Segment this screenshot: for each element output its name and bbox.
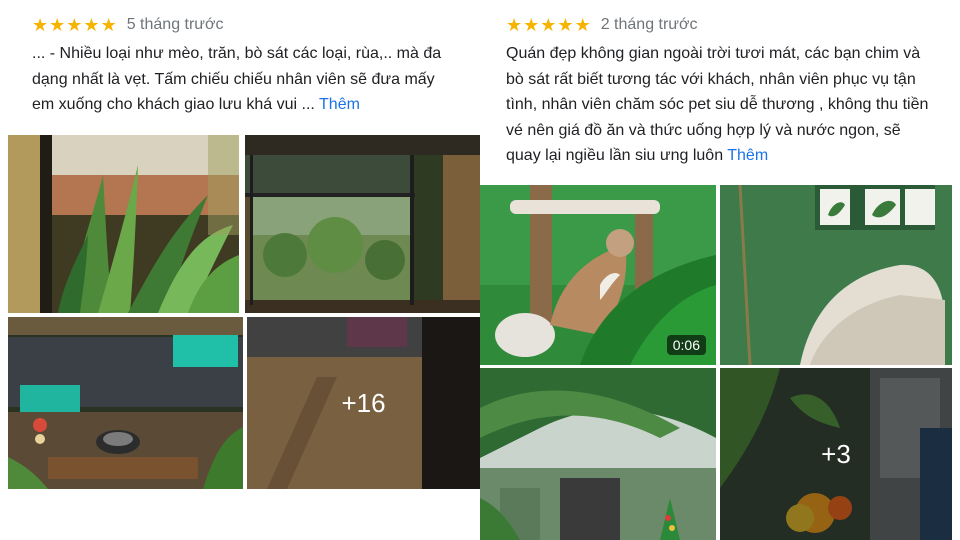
- review-photo-plants[interactable]: [8, 135, 239, 313]
- review-time: 5 tháng trước: [126, 16, 224, 33]
- video-duration: 0:06: [666, 335, 706, 355]
- review-time: 2 tháng trước: [600, 16, 698, 33]
- star-rating: ★ ★ ★ ★ ★: [32, 16, 117, 34]
- star-icon: ★: [66, 15, 83, 35]
- review-photo-garden[interactable]: [480, 368, 716, 540]
- review-text: ... - Nhiều loại như mèo, trăn, bò sát c…: [32, 41, 457, 118]
- star-rating: ★ ★ ★ ★ ★: [506, 16, 591, 34]
- more-photos-count: +16: [341, 387, 386, 418]
- star-icon: ★: [557, 15, 574, 35]
- star-icon: ★: [100, 15, 117, 35]
- more-photos-count: +3: [821, 438, 851, 469]
- more-photos-overlay: +3: [720, 368, 952, 540]
- star-icon: ★: [49, 15, 66, 35]
- review-photo-greenhouse[interactable]: [245, 135, 480, 313]
- review-photo-chair[interactable]: [720, 185, 952, 365]
- review-body: ... - Nhiều loại như mèo, trăn, bò sát c…: [32, 45, 442, 113]
- star-icon: ★: [83, 15, 100, 35]
- review-photo-more[interactable]: +16: [247, 317, 480, 489]
- more-link[interactable]: Thêm: [727, 147, 768, 164]
- star-icon: ★: [32, 15, 49, 35]
- star-icon: ★: [506, 15, 523, 35]
- review-photo-more[interactable]: +3: [720, 368, 952, 540]
- star-icon: ★: [574, 15, 591, 35]
- more-link[interactable]: Thêm: [319, 96, 360, 113]
- review-body: Quán đẹp không gian ngoài trời tươi mát,…: [506, 45, 929, 164]
- rating-row: ★ ★ ★ ★ ★ 5 tháng trước: [32, 14, 224, 36]
- review-video-cat[interactable]: 0:06: [480, 185, 716, 365]
- star-icon: ★: [540, 15, 557, 35]
- review-text: Quán đẹp không gian ngoài trời tươi mát,…: [506, 41, 936, 169]
- star-icon: ★: [523, 15, 540, 35]
- review-photo-reptile-tank[interactable]: [8, 317, 243, 489]
- rating-row: ★ ★ ★ ★ ★ 2 tháng trước: [506, 14, 698, 36]
- more-photos-overlay: +16: [247, 317, 480, 489]
